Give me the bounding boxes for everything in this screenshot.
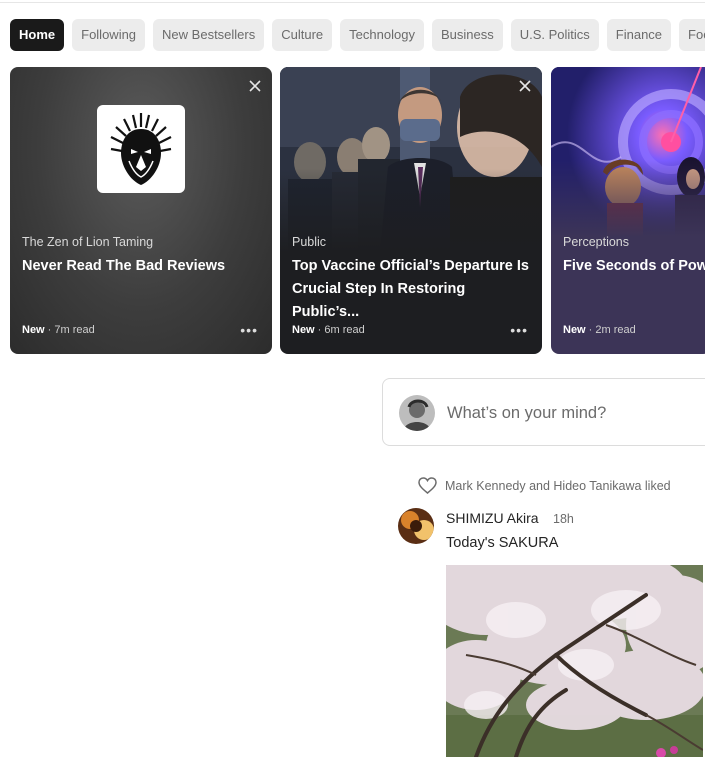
new-badge: New xyxy=(563,324,586,336)
liked-by-row: Mark Kennedy and Hideo Tanikawa liked xyxy=(418,477,671,494)
story-meta: New · 2m read xyxy=(563,324,636,336)
story-title[interactable]: Top Vaccine Official’s Departure Is Cruc… xyxy=(292,255,530,324)
topic-tabs: Home Following New Bestsellers Culture T… xyxy=(10,19,705,51)
avatar[interactable] xyxy=(398,508,434,544)
post-image[interactable] xyxy=(446,565,703,757)
story-meta: New · 6m read xyxy=(292,324,365,336)
tab-technology[interactable]: Technology xyxy=(340,19,424,51)
lion-logo xyxy=(97,105,185,193)
story-meta: New · 7m read xyxy=(22,324,95,336)
more-options-icon[interactable]: ••• xyxy=(510,322,528,338)
read-time: · 6m read xyxy=(314,324,365,336)
post-time[interactable]: 18h xyxy=(553,512,574,526)
tab-home[interactable]: Home xyxy=(10,19,65,51)
read-time: · 2m read xyxy=(585,324,636,336)
post-author[interactable]: SHIMIZU Akira xyxy=(446,510,539,526)
story-card[interactable]: The Zen of Lion Taming Never Read The Ba… xyxy=(10,67,272,354)
publication-name[interactable]: The Zen of Lion Taming xyxy=(22,235,153,249)
close-icon[interactable] xyxy=(518,79,532,93)
tab-culture[interactable]: Culture xyxy=(272,19,333,51)
publication-name[interactable]: Perceptions xyxy=(563,235,629,249)
read-time: · 7m read xyxy=(44,324,95,336)
new-badge: New xyxy=(292,324,315,336)
composer-placeholder[interactable]: What’s on your mind? xyxy=(447,404,606,423)
more-options-icon[interactable]: ••• xyxy=(240,322,258,338)
tab-food[interactable]: Foo xyxy=(679,19,705,51)
new-badge: New xyxy=(22,324,45,336)
close-icon[interactable] xyxy=(248,79,262,93)
tab-business[interactable]: Business xyxy=(431,19,503,51)
tab-us-politics[interactable]: U.S. Politics xyxy=(510,19,599,51)
tab-following[interactable]: Following xyxy=(72,19,146,51)
story-card[interactable]: Public Top Vaccine Official’s Departure … xyxy=(280,67,542,354)
top-divider xyxy=(0,2,705,3)
story-title[interactable]: Never Read The Bad Reviews xyxy=(22,255,260,278)
publication-name[interactable]: Public xyxy=(292,235,326,249)
story-image xyxy=(551,67,705,237)
heart-icon xyxy=(418,477,437,494)
post-composer[interactable]: What’s on your mind? xyxy=(382,378,705,446)
liked-by-text[interactable]: Mark Kennedy and Hideo Tanikawa liked xyxy=(445,479,671,493)
story-card[interactable]: Perceptions Five Seconds of Powe New · 2… xyxy=(551,67,705,354)
post-text: Today's SAKURA xyxy=(446,535,559,551)
story-image xyxy=(280,67,542,252)
avatar xyxy=(399,395,435,431)
tab-new-bestsellers[interactable]: New Bestsellers xyxy=(153,19,265,51)
tab-finance[interactable]: Finance xyxy=(606,19,672,51)
story-title[interactable]: Five Seconds of Powe xyxy=(563,255,705,278)
